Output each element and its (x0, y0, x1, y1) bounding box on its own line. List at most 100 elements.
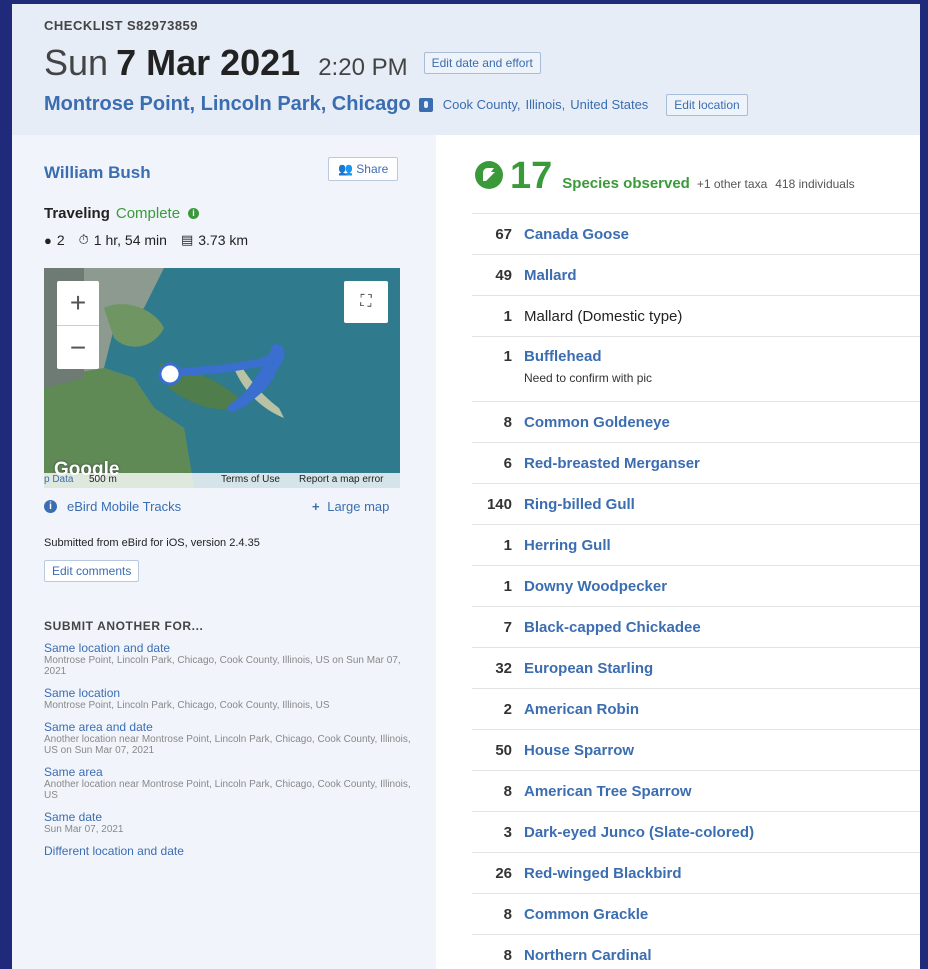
species-name-link[interactable]: Common Goldeneye (524, 414, 670, 431)
other-taxa: +1 other taxa (696, 177, 768, 191)
submitted-from: Submitted from eBird for iOS, version 2.… (44, 537, 260, 549)
species-cell: Herring Gull (524, 537, 611, 554)
table-row: 1 Bufflehead Need to confirm with pic (472, 336, 920, 401)
species-name-link[interactable]: House Sparrow (524, 742, 634, 759)
observation-count: 3 (503, 823, 512, 841)
edit-comments-button[interactable]: Edit comments (44, 560, 140, 582)
submit-option-different[interactable]: Different location and date (44, 844, 414, 858)
species-name-link[interactable]: European Starling (524, 660, 653, 677)
species-cell: Mallard (Domestic type) (524, 308, 682, 325)
species-name-link[interactable]: Red-winged Blackbird (524, 865, 682, 882)
species-cell: American Tree Sparrow (524, 783, 692, 800)
observation-count: 32 (495, 659, 512, 677)
observation-count: 6 (503, 454, 512, 472)
submit-option-label[interactable]: Same area and date (44, 720, 414, 734)
table-row: 32 European Starling (472, 647, 920, 688)
observation-count: 26 (495, 864, 512, 882)
species-cell: House Sparrow (524, 742, 634, 759)
species-name-link[interactable]: American Robin (524, 701, 639, 718)
submit-option-label[interactable]: Same location and date (44, 641, 414, 655)
table-row: 50 House Sparrow (472, 729, 920, 770)
species-name-link[interactable]: Black-capped Chickadee (524, 619, 701, 636)
submit-option-same-date[interactable]: Same date Sun Mar 07, 2021 (44, 810, 414, 835)
observation-count: 140 (486, 495, 512, 513)
submit-option-same-location-date[interactable]: Same location and date Montrose Point, L… (44, 641, 414, 677)
table-row: 26 Red-winged Blackbird (472, 852, 920, 893)
table-row: 8 American Tree Sparrow (472, 770, 920, 811)
species-comment: Need to confirm with pic (524, 371, 653, 385)
species-name-link[interactable]: Herring Gull (524, 537, 611, 554)
species-name-link[interactable]: American Tree Sparrow (524, 783, 692, 800)
species-cell: Ring-billed Gull (524, 496, 635, 513)
map-data-link[interactable]: p Data (44, 474, 73, 485)
table-row: 1 Downy Woodpecker (472, 565, 920, 606)
zoom-out-button[interactable]: − (57, 325, 99, 370)
status-label: Complete (115, 205, 181, 222)
species-name-link[interactable]: Common Grackle (524, 906, 648, 923)
species-count: 17 (510, 155, 553, 197)
species-name-link[interactable]: Bufflehead (524, 348, 652, 365)
species-cell: Dark-eyed Junco (Slate-colored) (524, 824, 754, 841)
species-cell: European Starling (524, 660, 653, 677)
table-row: 49 Mallard (472, 254, 920, 295)
submit-option-label[interactable]: Different location and date (44, 844, 414, 858)
sidebar: William Bush 👥 Share Traveling Complete … (12, 135, 436, 969)
species-cell: Downy Woodpecker (524, 578, 667, 595)
edit-date-button[interactable]: Edit date and effort (423, 52, 541, 74)
observations-panel: 17 Species observed +1 other taxa 418 in… (436, 135, 920, 969)
observer-name[interactable]: William Bush (44, 163, 151, 183)
observation-count: 8 (503, 782, 512, 800)
date-main: 7 Mar 2021 (116, 42, 301, 83)
large-map-link[interactable]: + Large map (312, 499, 389, 514)
people-icon: 👥 (338, 162, 353, 176)
info-icon[interactable]: i (188, 208, 200, 219)
observers-count: 2 (56, 232, 65, 248)
zoom-in-button[interactable]: + (57, 281, 99, 325)
observation-count: 1 (503, 348, 512, 365)
species-name-link[interactable]: Canada Goose (524, 226, 629, 243)
county-link[interactable]: Cook County, (443, 97, 521, 112)
submit-option-same-area[interactable]: Same area Another location near Montrose… (44, 765, 414, 801)
submit-option-label[interactable]: Same location (44, 686, 414, 700)
location-name-link[interactable]: Montrose Point, Lincoln Park, Chicago (44, 93, 411, 116)
submit-option-label[interactable]: Same date (44, 810, 414, 824)
species-cell: Common Goldeneye (524, 414, 670, 431)
fullscreen-icon[interactable]: ⛶ (344, 281, 388, 323)
edit-location-button[interactable]: Edit location (666, 93, 748, 116)
table-row: 8 Northern Cardinal (472, 934, 920, 969)
tracks-row[interactable]: i eBird Mobile Tracks (44, 499, 181, 514)
table-row: 1 Mallard (Domestic type) (472, 295, 920, 336)
large-map-label: Large map (327, 499, 390, 514)
species-cell: Bufflehead Need to confirm with pic (524, 337, 652, 385)
table-row: 67 Canada Goose (472, 213, 920, 254)
table-row: 2 American Robin (472, 688, 920, 729)
species-cell: Black-capped Chickadee (524, 619, 701, 636)
map-pin-icon[interactable] (418, 97, 433, 112)
species-name-link[interactable]: Dark-eyed Junco (Slate-colored) (524, 824, 754, 841)
report-map-error-link[interactable]: Report a map error (299, 474, 383, 485)
species-cell: Red-winged Blackbird (524, 865, 682, 882)
distance: 3.73 km (198, 232, 249, 248)
observation-count: 7 (503, 618, 512, 636)
checklist-header: CHECKLIST S82973859 Sun 7 Mar 2021 2:20 … (12, 4, 920, 135)
map-scale: 500 m (89, 474, 117, 485)
state-link[interactable]: Illinois, (526, 97, 566, 112)
species-name-link[interactable]: Ring-billed Gull (524, 496, 635, 513)
country-link[interactable]: United States (570, 97, 648, 112)
date-row: Sun 7 Mar 2021 2:20 PM Edit date and eff… (44, 42, 541, 84)
share-button[interactable]: 👥 Share (328, 157, 399, 181)
protocol-row: Traveling Complete i (44, 205, 200, 222)
terms-of-use-link[interactable]: Terms of Use (221, 474, 280, 485)
species-name-link[interactable]: Northern Cardinal (524, 947, 652, 964)
species-name-link[interactable]: Downy Woodpecker (524, 578, 667, 595)
protocol-name: Traveling (44, 205, 110, 222)
submit-another-title: SUBMIT ANOTHER FOR... (44, 619, 204, 633)
submit-option-same-area-date[interactable]: Same area and date Another location near… (44, 720, 414, 756)
submit-option-same-location[interactable]: Same location Montrose Point, Lincoln Pa… (44, 686, 414, 711)
track-map[interactable]: + − ⛶ Google p Data 500 m Terms of Use R… (44, 268, 400, 488)
species-name-link[interactable]: Mallard (524, 267, 577, 284)
species-cell: American Robin (524, 701, 639, 718)
species-name-link[interactable]: Red-breasted Merganser (524, 455, 700, 472)
submit-option-label[interactable]: Same area (44, 765, 414, 779)
observation-count: 50 (495, 741, 512, 759)
